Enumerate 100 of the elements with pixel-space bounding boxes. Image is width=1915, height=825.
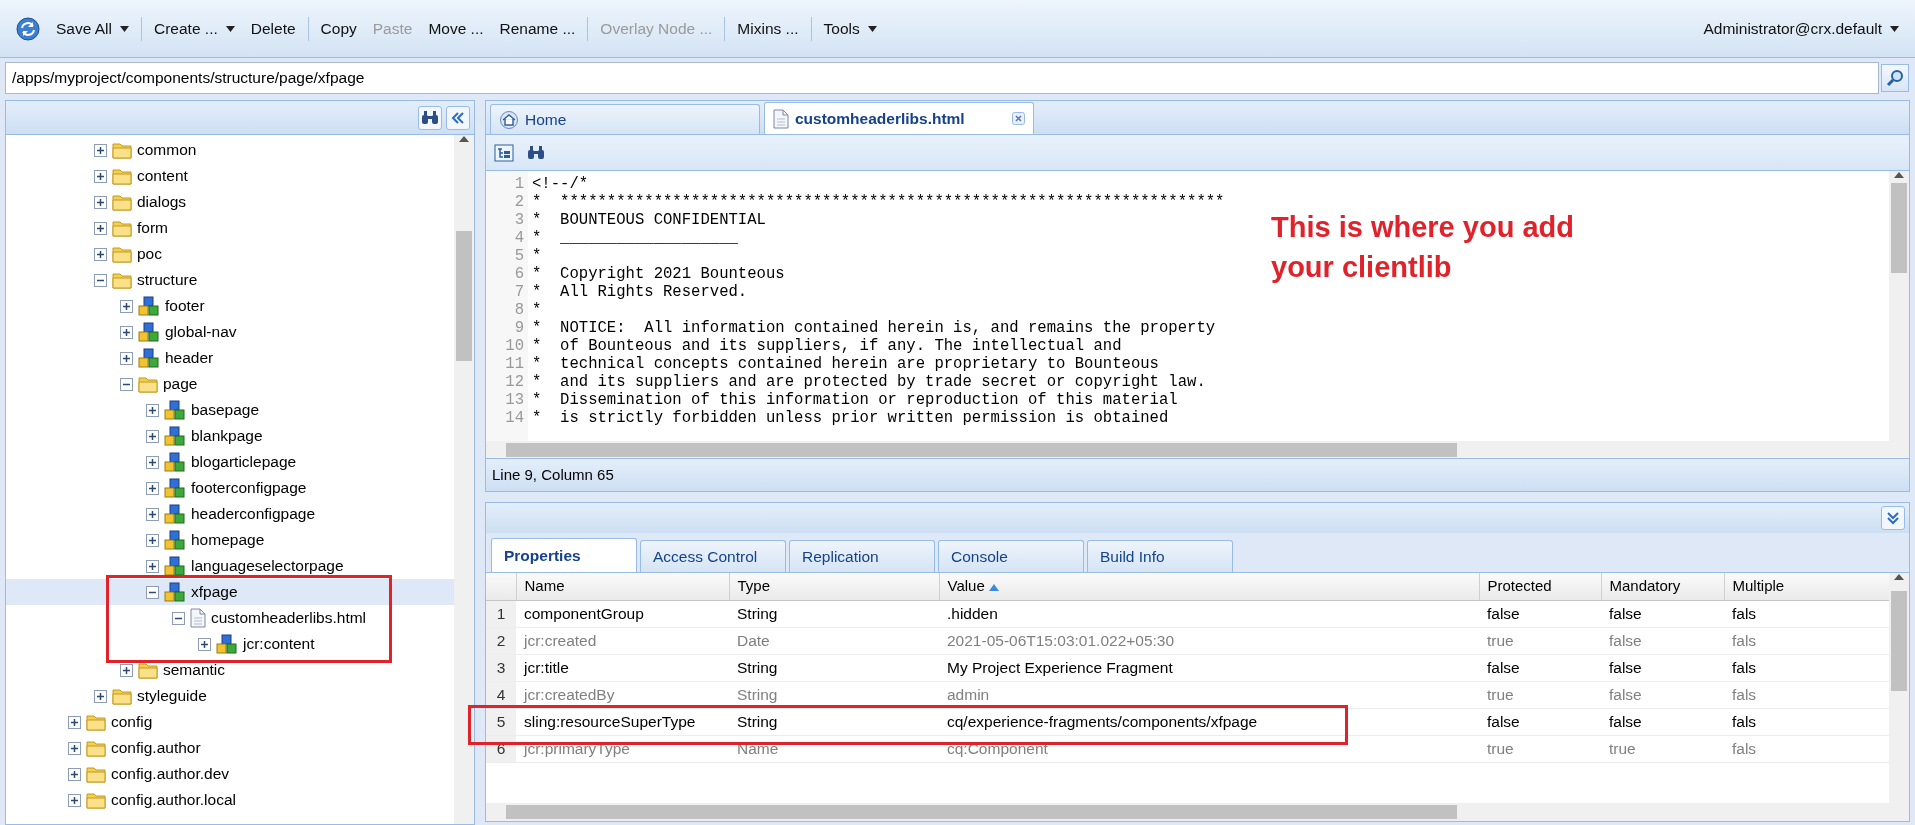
collapse-toggle[interactable] [120, 377, 133, 391]
tree-item[interactable]: headerconfigpage [6, 501, 454, 527]
scrollbar[interactable] [486, 441, 1909, 459]
tree-item[interactable]: homepage [6, 527, 454, 553]
collapse-button[interactable] [446, 105, 470, 130]
tree-item[interactable]: poc [6, 241, 454, 267]
toolbar-button[interactable]: Save All [48, 12, 137, 45]
toolbar-button[interactable]: Move ... [420, 12, 492, 45]
user-menu[interactable]: Administrator@crx.default [1695, 12, 1907, 45]
expand-toggle[interactable] [146, 429, 159, 443]
tree-item[interactable]: semantic [6, 657, 454, 683]
tree-item[interactable]: config.author.local [6, 787, 454, 813]
column-header[interactable]: Value [939, 573, 1479, 600]
tree-item[interactable]: structure [6, 267, 454, 293]
toolbar-button[interactable]: Delete [242, 12, 304, 45]
tree-item[interactable]: blankpage [6, 423, 454, 449]
tree-item[interactable]: content [6, 163, 454, 189]
expand-toggle[interactable] [94, 143, 107, 157]
tree-item[interactable]: footerconfigpage [6, 475, 454, 501]
folder-icon [112, 167, 132, 185]
tree-item[interactable]: global-nav [6, 319, 454, 345]
expand-toggle[interactable] [94, 169, 107, 183]
toolbar-button[interactable]: Mixins ... [729, 12, 807, 45]
tree-item[interactable]: jcr:content [6, 631, 454, 657]
column-header[interactable]: Protected [1479, 573, 1601, 600]
search-button[interactable] [1881, 64, 1909, 92]
close-icon[interactable] [1012, 112, 1025, 125]
tree-item[interactable]: languageselectorpage [6, 553, 454, 579]
expand-button[interactable] [1881, 506, 1905, 530]
collapse-toggle[interactable] [172, 611, 185, 625]
tree-item[interactable]: xfpage [6, 579, 454, 605]
collapse-toggle[interactable] [146, 585, 159, 599]
expand-toggle[interactable] [198, 637, 211, 651]
tree-item[interactable]: styleguide [6, 683, 454, 709]
toolbar-button[interactable]: Rename ... [491, 12, 584, 45]
cubes-icon [138, 348, 160, 368]
expand-toggle[interactable] [94, 689, 107, 703]
toolbar-button[interactable]: Tools [815, 12, 885, 45]
tree-item[interactable]: config.author.dev [6, 761, 454, 787]
expand-toggle[interactable] [120, 325, 133, 339]
column-header[interactable]: Mandatory [1601, 573, 1724, 600]
table-cell: false [1479, 654, 1601, 681]
scrollbar[interactable] [486, 803, 1909, 821]
tree-item[interactable]: common [6, 137, 454, 163]
expand-toggle[interactable] [120, 663, 133, 677]
tree-item[interactable]: footer [6, 293, 454, 319]
line-number: 4 [513, 229, 525, 247]
scrollbar-thumb[interactable] [456, 231, 472, 361]
document-icon [773, 108, 789, 129]
expand-toggle[interactable] [146, 481, 159, 495]
expand-toggle[interactable] [146, 403, 159, 417]
expand-toggle[interactable] [146, 507, 159, 521]
tree-item[interactable]: config [6, 709, 454, 735]
expand-toggle[interactable] [146, 559, 159, 573]
tree-item[interactable]: blogarticlepage [6, 449, 454, 475]
expand-toggle[interactable] [120, 351, 133, 365]
tree-item[interactable]: config.author [6, 735, 454, 761]
collapse-toggle[interactable] [94, 273, 107, 287]
expand-toggle[interactable] [94, 221, 107, 235]
column-header[interactable]: Type [729, 573, 939, 600]
tree-item[interactable]: form [6, 215, 454, 241]
panel-tab[interactable]: Access Control [640, 540, 786, 572]
expand-toggle[interactable] [68, 715, 81, 729]
tree-item[interactable]: page [6, 371, 454, 397]
scrollbar[interactable] [1889, 573, 1909, 803]
expand-toggle[interactable] [94, 247, 107, 261]
editor-tab[interactable]: Home [490, 104, 760, 134]
scrollbar[interactable] [1889, 171, 1909, 441]
home-icon [499, 110, 519, 129]
tree-item[interactable]: header [6, 345, 454, 371]
scrollbar-thumb[interactable] [1891, 183, 1907, 273]
editor-tab[interactable]: customheaderlibs.html [764, 102, 1034, 134]
scrollbar-thumb[interactable] [506, 442, 1458, 457]
toolbar-button[interactable]: Create ... [146, 12, 243, 45]
line-number: 12 [504, 373, 525, 391]
tree-item[interactable]: basepage [6, 397, 454, 423]
path-field[interactable]: /apps/myproject/components/structure/page/xfpage [5, 62, 1879, 94]
expand-toggle[interactable] [146, 455, 159, 469]
column-header[interactable]: Name [516, 573, 729, 600]
scrollbar[interactable] [454, 135, 474, 824]
find-button[interactable] [418, 105, 442, 130]
scrollbar-thumb[interactable] [1891, 591, 1907, 691]
expand-toggle[interactable] [146, 533, 159, 547]
tree-item[interactable]: dialogs [6, 189, 454, 215]
expand-toggle[interactable] [120, 299, 133, 313]
expand-toggle[interactable] [68, 767, 81, 781]
panel-tab[interactable]: Build Info [1087, 540, 1233, 572]
document-icon [190, 608, 206, 628]
line-number: 6 [513, 265, 525, 283]
panel-tab[interactable]: Properties [491, 538, 637, 572]
toolbar-button[interactable]: Copy [312, 12, 365, 45]
scrollbar-thumb[interactable] [506, 805, 1458, 819]
expand-toggle[interactable] [94, 195, 107, 209]
expand-toggle[interactable] [68, 793, 81, 807]
panel-tab[interactable]: Replication [789, 540, 935, 572]
code-line: * All Rights Reserved. [532, 283, 748, 301]
column-header[interactable]: Multiple [1724, 573, 1889, 600]
panel-tab[interactable]: Console [938, 540, 1084, 572]
tree-item[interactable]: customheaderlibs.html [6, 605, 454, 631]
expand-toggle[interactable] [68, 741, 81, 755]
